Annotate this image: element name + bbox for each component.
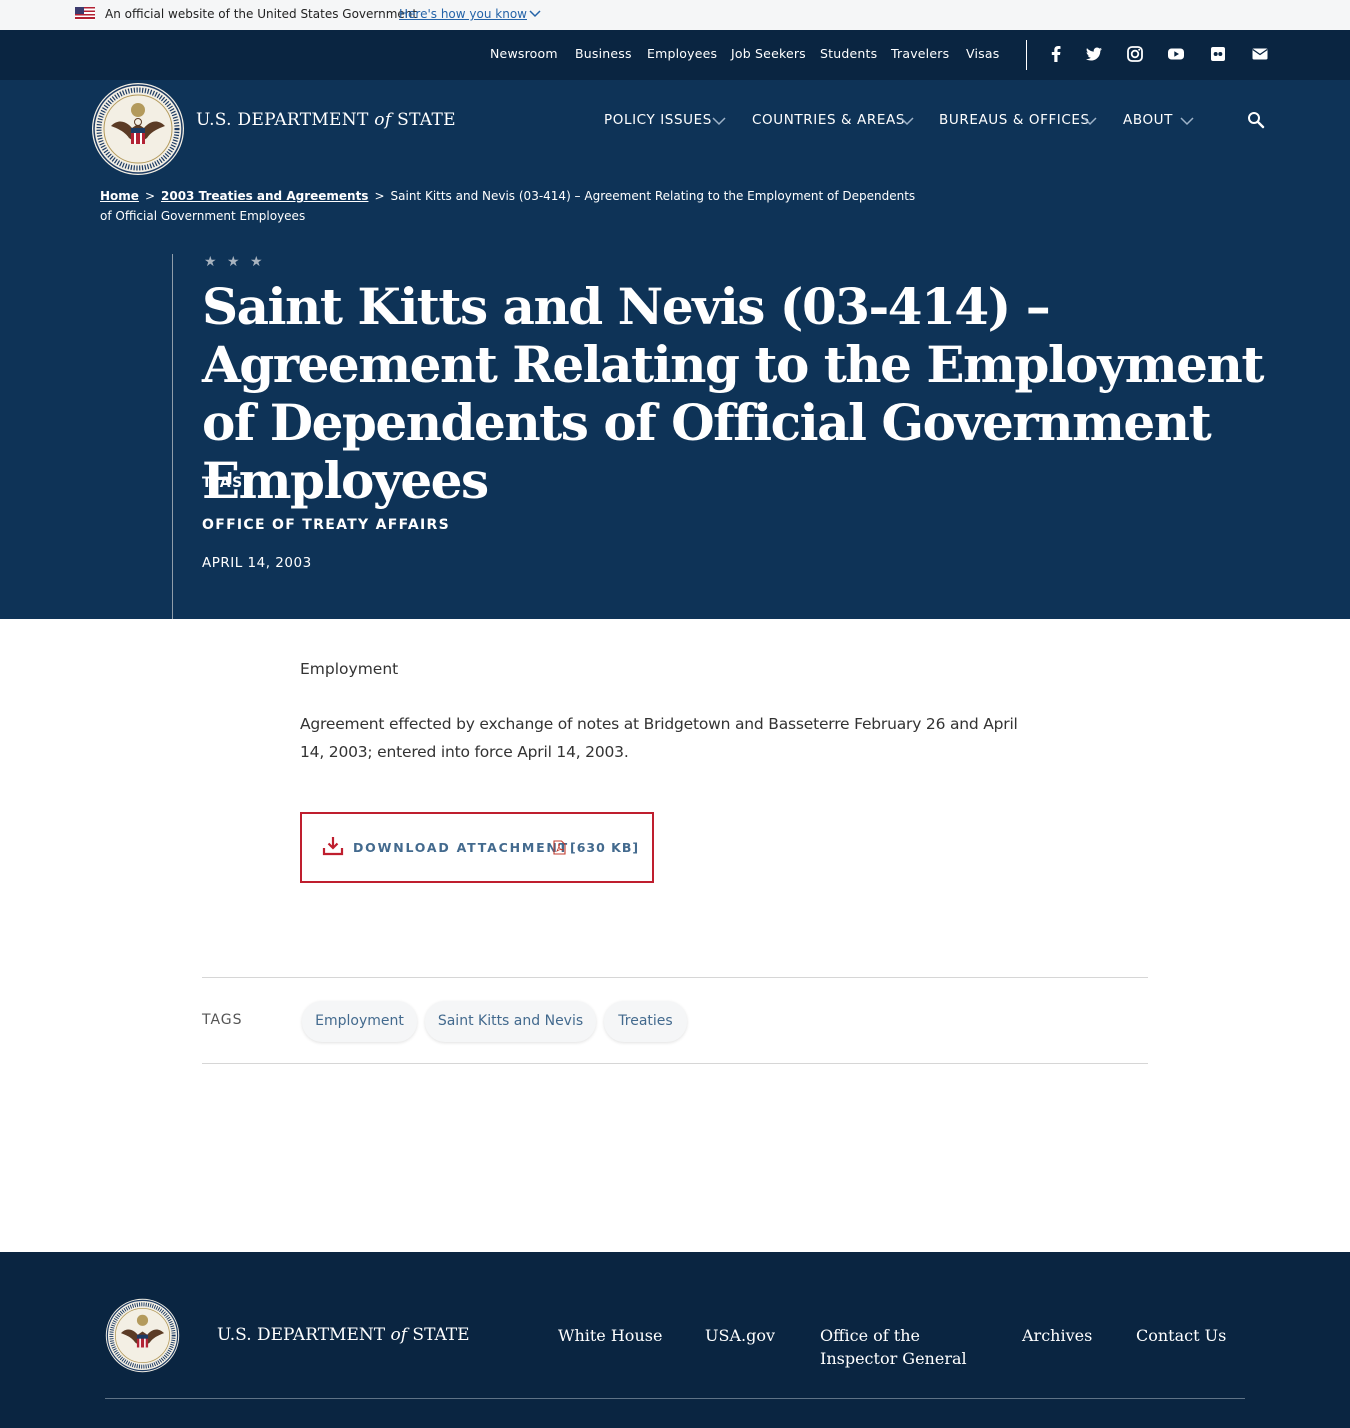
util-link-visas[interactable]: Visas	[966, 46, 999, 61]
footer-link-inspector-general[interactable]: Office of the Inspector General	[820, 1324, 970, 1370]
chevron-down-icon[interactable]	[1180, 116, 1194, 126]
publish-date: APRIL 14, 2003	[202, 555, 312, 571]
chevron-down-icon[interactable]	[1083, 116, 1097, 126]
footer-link-archives[interactable]: Archives	[1022, 1324, 1092, 1347]
tags-divider-bottom	[202, 1063, 1148, 1064]
footer-link-usa-gov[interactable]: USA.gov	[705, 1324, 775, 1347]
breadcrumb-section[interactable]: 2003 Treaties and Agreements	[161, 189, 368, 203]
flickr-icon[interactable]	[1208, 44, 1228, 64]
gov-banner-text: An official website of the United States…	[105, 7, 418, 21]
util-link-students[interactable]: Students	[820, 46, 877, 61]
site-brand[interactable]: U.S. DEPARTMENT of STATE	[196, 110, 456, 130]
email-icon[interactable]	[1250, 44, 1270, 64]
file-size: [630 KB]	[570, 840, 640, 855]
body-paragraph: Agreement effected by exchange of notes …	[300, 715, 1018, 761]
footer-brand[interactable]: U.S. DEPARTMENT of STATE	[217, 1325, 470, 1345]
pdf-file-icon	[553, 840, 566, 855]
heres-how-you-know-link[interactable]: Here's how you know	[399, 7, 527, 21]
footer-divider	[105, 1398, 1245, 1399]
tags-label: TAGS	[202, 1012, 243, 1028]
breadcrumb-separator: >	[144, 189, 155, 203]
tags-divider-top	[202, 977, 1148, 978]
breadcrumb-separator: >	[374, 189, 385, 203]
utility-bar: Newsroom Business Employees Job Seekers …	[0, 30, 1350, 80]
download-attachment-button[interactable]: DOWNLOAD ATTACHMENT [630 KB]	[300, 812, 654, 883]
chevron-down-icon[interactable]	[712, 116, 726, 126]
office-name[interactable]: OFFICE OF TREATY AFFAIRS	[202, 517, 450, 533]
footer-link-white-house[interactable]: White House	[558, 1324, 662, 1347]
us-flag-icon	[75, 7, 95, 20]
download-label: DOWNLOAD ATTACHMENT	[353, 840, 570, 855]
util-link-job-seekers[interactable]: Job Seekers	[731, 46, 806, 61]
page-title: Saint Kitts and Nevis (03-414) – Agreeme…	[202, 277, 1264, 510]
department-seal-logo[interactable]	[105, 1298, 180, 1373]
download-icon	[322, 837, 344, 856]
util-link-employees[interactable]: Employees	[647, 46, 717, 61]
twitter-icon[interactable]	[1084, 44, 1104, 64]
util-link-travelers[interactable]: Travelers	[891, 46, 949, 61]
breadcrumb-home[interactable]: Home	[100, 189, 139, 203]
gov-banner: An official website of the United States…	[0, 0, 1350, 30]
nav-countries-areas[interactable]: COUNTRIES & AREAS	[752, 112, 905, 128]
footer-link-contact-us[interactable]: Contact Us	[1136, 1324, 1226, 1347]
hero-divider	[172, 254, 173, 619]
department-seal-logo[interactable]	[91, 82, 185, 176]
tag-employment[interactable]: Employment	[302, 1001, 417, 1042]
nav-about[interactable]: ABOUT	[1123, 112, 1173, 128]
tag-treaties[interactable]: Treaties	[604, 1001, 687, 1042]
tag-saint-kitts-and-nevis[interactable]: Saint Kitts and Nevis	[425, 1001, 596, 1042]
nav-bureaus-offices[interactable]: BUREAUS & OFFICES	[939, 112, 1090, 128]
facebook-icon[interactable]	[1046, 44, 1066, 64]
nav-policy-issues[interactable]: POLICY ISSUES	[604, 112, 712, 128]
search-icon[interactable]	[1246, 110, 1266, 130]
lead-text: Employment	[300, 660, 399, 678]
site-header: Newsroom Business Employees Job Seekers …	[0, 30, 1350, 619]
chevron-down-icon[interactable]	[529, 7, 541, 19]
util-link-business[interactable]: Business	[575, 46, 632, 61]
utility-divider	[1026, 40, 1027, 70]
chevron-down-icon[interactable]	[900, 116, 914, 126]
util-link-newsroom[interactable]: Newsroom	[490, 46, 558, 61]
stars-ornament: ★ ★ ★	[204, 254, 266, 270]
content-type-label: TIAS	[202, 475, 244, 491]
youtube-icon[interactable]	[1166, 44, 1186, 64]
breadcrumb: Home >2003 Treaties and Agreements > Saint …	[100, 186, 920, 226]
instagram-icon[interactable]	[1125, 44, 1145, 64]
site-footer: U.S. DEPARTMENT of STATE White House USA…	[0, 1252, 1350, 1428]
